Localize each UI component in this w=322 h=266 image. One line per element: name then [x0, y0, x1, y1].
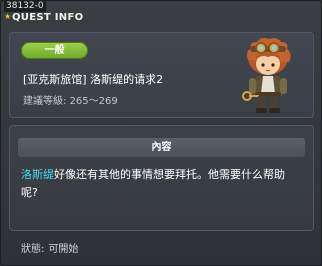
npc-portrait [242, 38, 291, 113]
window-title: QUEST INFO [12, 12, 84, 23]
quest-info-window: 38132-0 ★ QUEST INFO 一般 [亚克斯旅馆] 洛斯缇的请求2 … [0, 0, 322, 266]
level-range: 265～269 [69, 96, 118, 107]
star-icon: ★ [4, 12, 12, 21]
content-header: 內容 [18, 138, 305, 157]
quest-name: [亚克斯旅馆] 洛斯缇的请求2 [23, 73, 164, 86]
level-label: 建議等級: [23, 96, 67, 107]
title-bar[interactable]: ★ QUEST INFO [1, 9, 321, 27]
npc-name: 洛斯缇 [21, 168, 54, 181]
status-value: 可開始 [48, 244, 79, 255]
recommended-level: 建議等級: 265～269 [23, 92, 118, 107]
quest-status: 狀態: 可開始 [21, 240, 78, 255]
status-label: 狀態: [21, 244, 45, 255]
quest-description: 洛斯缇好像还有其他的事情想要拜托。他需要什么帮助呢? [21, 166, 301, 202]
quest-summary-panel: 一般 [亚克斯旅馆] 洛斯缇的请求2 建議等級: 265～269 [9, 32, 314, 118]
description-text: 好像还有其他的事情想要拜托。他需要什么帮助呢? [21, 168, 285, 199]
quest-type-badge: 一般 [21, 42, 88, 59]
